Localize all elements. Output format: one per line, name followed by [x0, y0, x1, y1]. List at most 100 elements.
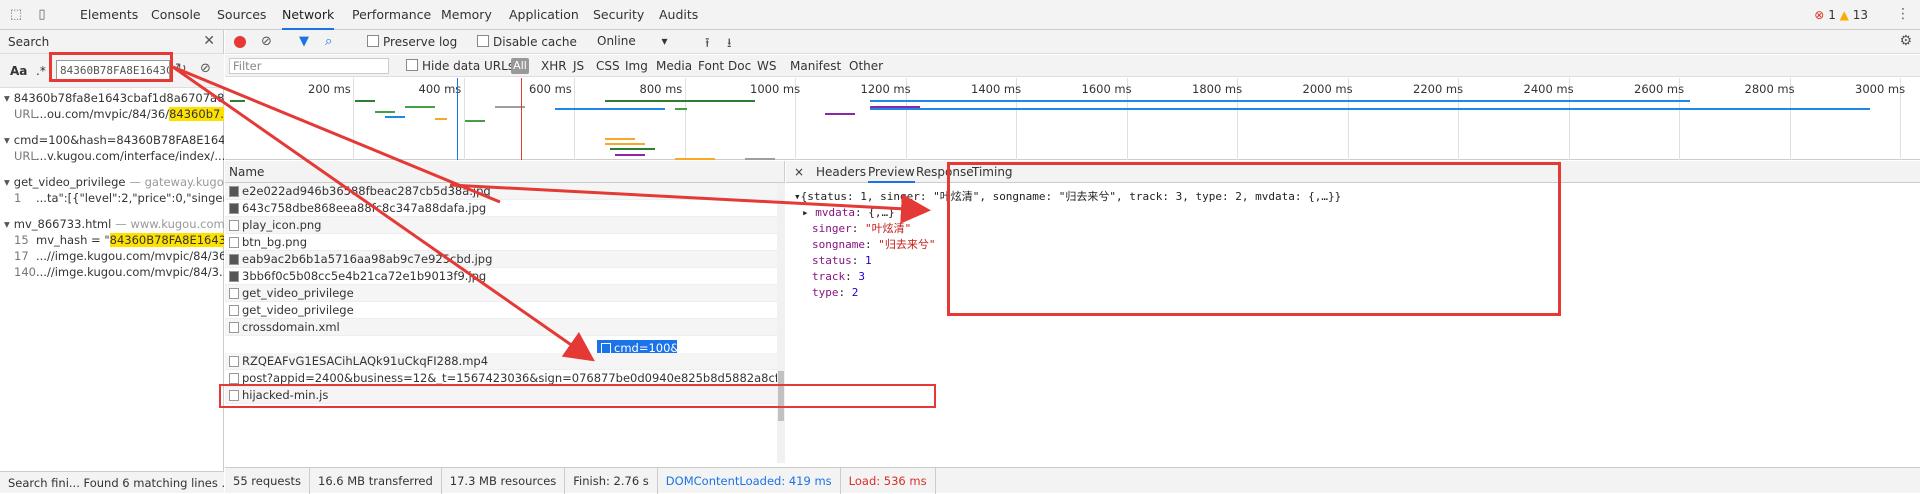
search-result-match: 84360B78FA8E1643C...: [109, 233, 224, 247]
inspect-element-icon[interactable]: ⬚: [8, 7, 24, 23]
tab-sources[interactable]: Sources: [217, 0, 266, 30]
dom-content-loaded-line: [457, 78, 458, 160]
search-result-line-number: URL: [14, 149, 37, 163]
tab-performance[interactable]: Performance: [352, 0, 431, 30]
file-icon: [229, 220, 239, 231]
image-file-icon: [229, 203, 239, 214]
search-result-line[interactable]: 140...//imge.kugou.com/mvpic/84/3...: [0, 264, 224, 280]
tab-preview[interactable]: Preview: [868, 165, 915, 183]
filter-type-media[interactable]: Media: [656, 59, 692, 73]
search-result-file[interactable]: ▾ cmd=100&hash=84360B78FA8E1643...: [0, 132, 224, 148]
search-panel: Search ✕ Aa .* 84360B78FA8E1643C ↻ ⊘ ▾ 84…: [0, 30, 224, 493]
search-input-highlight-box: [49, 52, 173, 82]
search-result-line[interactable]: URL...v.kugou.com/interface/index/...: [0, 148, 224, 164]
search-result-file[interactable]: ▾mv_866733.html— www.kugou.com/...: [0, 216, 224, 232]
expand-triangle-icon[interactable]: ▾: [794, 190, 801, 203]
clear-search-icon[interactable]: ⊘: [200, 61, 211, 76]
filter-type-manifest[interactable]: Manifest: [790, 59, 841, 73]
filter-type-font[interactable]: Font: [698, 59, 724, 73]
throttle-select[interactable]: Online ▾: [597, 34, 677, 48]
export-har-icon[interactable]: ⭳: [727, 34, 732, 56]
image-file-icon: [229, 186, 239, 197]
expand-triangle-icon[interactable]: ▾: [4, 217, 10, 231]
request-row[interactable]: get_video_privilege: [225, 285, 784, 302]
expand-triangle-icon[interactable]: ▸: [802, 206, 815, 219]
request-row[interactable]: 3bb6f0c5b08cc5e4b21ca72e1b9013f9.jpg: [225, 268, 784, 285]
timeline-tick-label: 800 ms: [639, 82, 683, 96]
request-row[interactable]: crossdomain.xml: [225, 319, 784, 336]
tab-memory[interactable]: Memory: [441, 0, 492, 30]
tab-network[interactable]: Network: [282, 0, 335, 30]
filter-type-img[interactable]: Img: [625, 59, 648, 73]
import-har-icon[interactable]: ⭱: [705, 34, 710, 56]
search-result-line-text: mv_hash = ": [36, 233, 110, 247]
hide-data-urls-checkbox[interactable]: [406, 59, 418, 71]
expand-triangle-icon[interactable]: ▾: [4, 133, 10, 147]
match-case-button[interactable]: Aa: [10, 64, 27, 78]
timeline-tick-label: 2800 ms: [1744, 82, 1795, 96]
request-row[interactable]: e2e022ad946b36588fbeac287cb5d38a.jpg: [225, 183, 784, 200]
disable-cache-checkbox[interactable]: [477, 35, 489, 47]
expand-triangle-icon[interactable]: ▾: [4, 175, 10, 189]
tab-audits[interactable]: Audits: [659, 0, 698, 30]
filter-input[interactable]: Filter: [229, 58, 389, 74]
request-row[interactable]: btn_bg.png: [225, 234, 784, 251]
clear-icon[interactable]: ⊘: [261, 34, 272, 49]
tab-elements[interactable]: Elements: [80, 0, 138, 30]
filter-icon[interactable]: ▼: [299, 34, 309, 49]
record-button[interactable]: [234, 36, 246, 48]
filter-type-ws[interactable]: WS: [757, 59, 776, 73]
json-colon: :: [864, 238, 879, 251]
tab-security[interactable]: Security: [593, 0, 644, 30]
filter-type-other[interactable]: Other: [849, 59, 883, 73]
search-result-host: — gateway.kugo...: [129, 175, 224, 189]
request-row[interactable]: get_video_privilege: [225, 302, 784, 319]
preserve-log-label: Preserve log: [383, 35, 458, 49]
search-status: Search fini... Found 6 matching lines ..…: [0, 471, 224, 493]
request-row[interactable]: 643c758dbe868eea88fc8c347a88dafa.jpg: [225, 200, 784, 217]
filter-all-button[interactable]: All: [511, 58, 529, 74]
close-search-icon[interactable]: ✕: [203, 33, 215, 49]
timeline-tick: [353, 78, 354, 160]
request-row[interactable]: play_icon.png: [225, 217, 784, 234]
refresh-search-icon[interactable]: ↻: [175, 61, 187, 77]
search-result-line[interactable]: 1 ...ta":[{"level":2,"price":0,"singer_na…: [0, 190, 224, 206]
preserve-log-checkbox[interactable]: [367, 35, 379, 47]
name-column-header[interactable]: Name: [225, 161, 784, 183]
more-options-icon[interactable]: ⋮: [1896, 6, 1910, 22]
file-icon: [229, 288, 239, 299]
request-row[interactable]: eab9ac2b6b1a5716aa98ab9c7e925cbd.jpg: [225, 251, 784, 268]
network-overview-timeline[interactable]: 200 ms 400 ms 600 ms 800 ms 1000 ms 1200 ms 14…: [225, 78, 1920, 160]
device-toolbar-icon[interactable]: ▯: [34, 7, 50, 23]
file-icon: [229, 237, 239, 248]
search-result-file[interactable]: ▾84360b78fa8e1643cbaf1d8a6707a8ea...: [0, 90, 224, 106]
timeline-tick-label: 2600 ms: [1634, 82, 1685, 96]
request-row[interactable]: RZQEAFvG1ESACihLAQk91uCkqFI288.mp4: [225, 353, 784, 370]
tab-console[interactable]: Console: [151, 0, 201, 30]
tab-application[interactable]: Application: [509, 0, 579, 30]
search-icon[interactable]: ⌕: [325, 34, 332, 49]
filter-type-css[interactable]: CSS: [596, 59, 620, 73]
filter-type-js[interactable]: JS: [573, 59, 584, 73]
expand-triangle-icon[interactable]: ▾: [4, 91, 10, 105]
timeline-tick-label: 1800 ms: [1192, 82, 1243, 96]
search-result-line[interactable]: URL...ou.com/mvpic/84/36/84360b7...: [0, 106, 224, 122]
issue-counters[interactable]: ⊗ 1 ▲ 13: [1814, 8, 1868, 22]
request-list-scrollbar[interactable]: [777, 183, 785, 463]
search-result-line[interactable]: 15 mv_hash = "84360B78FA8E1643C...: [0, 232, 224, 248]
search-result-line[interactable]: 17 ...//imge.kugou.com/mvpic/84/36...: [0, 248, 224, 264]
close-detail-icon[interactable]: ×: [794, 165, 804, 179]
regex-button[interactable]: .*: [36, 64, 46, 78]
timeline-tick: [684, 78, 686, 160]
search-result-file[interactable]: ▾get_video_privilege— gateway.kugo...: [0, 174, 224, 190]
tab-headers[interactable]: Headers: [816, 165, 866, 179]
warning-count: 13: [1852, 8, 1868, 22]
timeline-tick: [463, 78, 465, 160]
timeline-bar: [870, 100, 1690, 102]
settings-gear-icon[interactable]: ⚙: [1899, 33, 1912, 49]
filter-type-doc[interactable]: Doc: [728, 59, 751, 73]
timeline-bar: [375, 111, 395, 113]
request-name: crossdomain.xml: [242, 320, 340, 334]
filter-type-xhr[interactable]: XHR: [541, 59, 567, 73]
json-key: type: [812, 286, 839, 299]
